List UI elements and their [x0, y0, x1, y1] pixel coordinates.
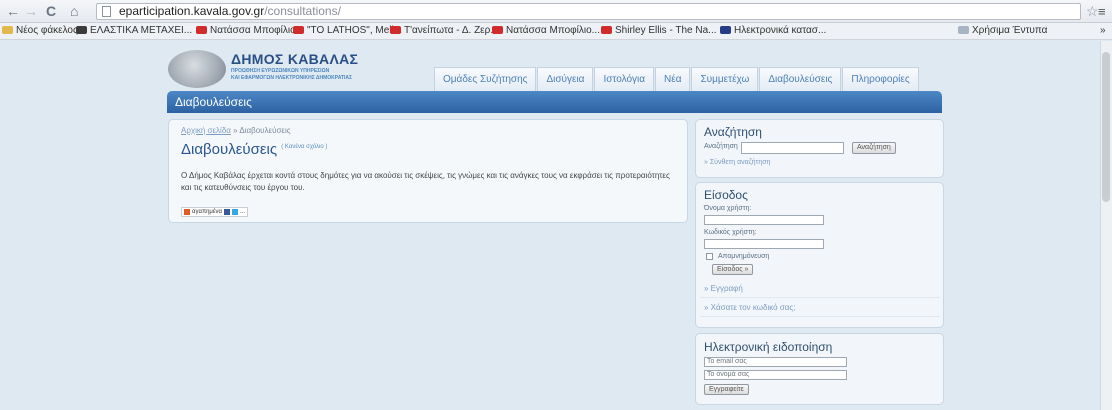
bookmark-label: Νατάσσα Μποφίλιο...: [506, 25, 600, 36]
page-title: Διαβουλεύσεις ( Κανένα σχόλιο ): [181, 141, 327, 158]
bookmark-item[interactable]: Shirley Ellis - The Na...: [601, 23, 717, 39]
share-button[interactable]: αγαπημένα ...: [181, 207, 249, 217]
bookmark-label: Shirley Ellis - The Na...: [615, 25, 717, 36]
newsletter-title: Ηλεκτρονική ειδοποίηση: [704, 340, 833, 354]
newsletter-name-field[interactable]: Το όνομά σας: [704, 370, 847, 380]
bookmark-label: Νέος φάκελος: [16, 25, 78, 36]
username-field[interactable]: [704, 215, 824, 225]
bookmarks-overflow[interactable]: »: [1100, 23, 1106, 39]
search-panel: Αναζήτηση Αναζήτηση Αναζήτηση » Σύνθετη …: [695, 119, 944, 178]
remember-checkbox[interactable]: [706, 253, 713, 260]
breadcrumb-home-link[interactable]: Αρχική σελίδα: [181, 126, 231, 135]
scrollbar-thumb[interactable]: [1102, 52, 1110, 202]
bookmark-item[interactable]: Νέος φάκελος: [2, 23, 78, 39]
remember-label: Απομνημόνευση: [718, 253, 770, 260]
breadcrumb: Αρχική σελίδα » Διαβουλεύσεις: [181, 126, 291, 135]
bookmark-item[interactable]: Ηλεκτρονικά κατασ...: [720, 23, 826, 39]
share-more: ...: [240, 209, 246, 215]
username-label: Όνομα χρήστη:: [704, 205, 752, 212]
address-bar[interactable]: eparticipation.kavala.gov.gr/consultatio…: [96, 3, 1081, 20]
divider: [700, 316, 940, 317]
logo-title[interactable]: ΔΗΜΟΣ ΚΑΒΑΛΑΣ: [231, 51, 358, 67]
url-path: /consultations/: [264, 4, 341, 18]
newsletter-panel: Ηλεκτρονική ειδοποίηση Το email σας Το ό…: [695, 333, 944, 405]
bookmark-label: Τ'ανείπωτα - Δ. Ζερ...: [404, 25, 499, 36]
login-button[interactable]: Είσοδος »: [712, 264, 754, 275]
search-title: Αναζήτηση: [704, 125, 762, 139]
bookmark-star-icon[interactable]: ☆: [1086, 3, 1099, 20]
youtube-icon: [601, 26, 612, 34]
bookmark-item[interactable]: Τ'ανείπωτα - Δ. Ζερ...: [390, 23, 499, 39]
password-label: Κωδικός χρήστη:: [704, 229, 757, 236]
forgot-password-link[interactable]: » Χάσατε τον κωδικό σας;: [704, 303, 795, 312]
bookmark-label: "TO LATHOS", Meli...: [307, 25, 403, 36]
login-title: Είσοδος: [704, 188, 748, 202]
tab-forums[interactable]: Δισύγεια: [537, 67, 594, 91]
twitter-icon: [232, 209, 239, 215]
tab-information[interactable]: Πληροφορίες: [842, 67, 919, 91]
breadcrumb-current: Διαβουλεύσεις: [239, 126, 291, 135]
password-field[interactable]: [704, 239, 824, 249]
bookmark-item[interactable]: Νατάσσα Μποφίλιο...: [492, 23, 600, 39]
advanced-search-link[interactable]: » Σύνθετη αναζήτηση: [704, 159, 770, 166]
bookmark-icon: [76, 26, 87, 34]
page-icon: [102, 6, 111, 17]
back-icon[interactable]: ←: [6, 3, 20, 19]
forward-icon[interactable]: →: [24, 3, 38, 19]
tab-participate[interactable]: Συμμετέχω: [691, 67, 759, 91]
bookmark-label: ΕΛΑΣΤΙΚΑ ΜΕΤΑΧΕΙ...: [90, 25, 193, 36]
menu-icon[interactable]: ≡: [1098, 4, 1106, 19]
facebook-icon: [224, 209, 231, 215]
main-nav: Ομάδες Συζήτησης Δισύγεια Ιστολόγια Νέα …: [434, 67, 920, 91]
youtube-icon: [196, 26, 207, 34]
reload-icon[interactable]: C: [46, 3, 56, 19]
consultations-panel: Αρχική σελίδα » Διαβουλεύσεις Διαβουλεύσ…: [168, 119, 688, 223]
youtube-icon: [390, 26, 401, 34]
share-label: αγαπημένα: [192, 209, 223, 215]
logo-subtitle: ΠΡΟΩΘΗΣΗ ΕΥΡΩΖΩΝΙΚΩΝ ΥΠΗΡΕΣΙΩΝ ΚΑΙ ΕΦΑΡΜ…: [231, 68, 381, 82]
page-title-text: Διαβουλεύσεις: [181, 141, 278, 158]
logo-subtitle-line: ΚΑΙ ΕΦΑΡΜΟΓΩΝ ΗΛΕΚΤΡΟΝΙΚΗΣ ΔΗΜΟΚΡΑΤΙΑΣ: [231, 75, 352, 81]
breadcrumb-separator: »: [233, 126, 238, 135]
bookmarks-bar: Νέος φάκελος ΕΛΑΣΤΙΚΑ ΜΕΤΑΧΕΙ... Νατάσσα…: [0, 23, 1112, 40]
tab-discussion-groups[interactable]: Ομάδες Συζήτησης: [434, 67, 537, 91]
tab-news[interactable]: Νέα: [655, 67, 691, 91]
newsletter-email-field[interactable]: Το email σας: [704, 357, 847, 367]
n-icon: [720, 26, 731, 34]
bookmark-item[interactable]: ΕΛΑΣΤΙΚΑ ΜΕΤΑΧΕΙ...: [76, 23, 192, 39]
youtube-icon: [492, 26, 503, 34]
comments-count-link[interactable]: ( Κανένα σχόλιο ): [281, 144, 327, 150]
divider: [700, 297, 940, 298]
login-panel: Είσοδος Όνομα χρήστη: Κωδικός χρήστη: Απ…: [695, 182, 944, 328]
folder-icon: [2, 26, 13, 34]
search-label: Αναζήτηση: [704, 143, 738, 150]
tab-consultations[interactable]: Διαβουλεύσεις: [759, 67, 842, 91]
bookmark-item[interactable]: "TO LATHOS", Meli...: [293, 23, 402, 39]
municipality-seal-icon: [168, 50, 226, 88]
bookmark-item[interactable]: Νατάσσα Μποφίλιο...: [196, 23, 304, 39]
youtube-icon: [293, 26, 304, 34]
home-icon[interactable]: ⌂: [70, 3, 78, 19]
url-host: eparticipation.kavala.gov.gr: [119, 4, 265, 18]
section-title-bar: Διαβουλεύσεις: [167, 91, 942, 113]
register-link[interactable]: » Εγγραφή: [704, 284, 743, 293]
bookmark-icon: [958, 26, 969, 34]
search-input[interactable]: [741, 142, 844, 154]
subscribe-button[interactable]: Εγγραφείτε: [704, 384, 749, 395]
tab-blogs[interactable]: Ιστολόγια: [594, 67, 655, 91]
browser-toolbar: ← → C ⌂ eparticipation.kavala.gov.gr/con…: [0, 0, 1112, 23]
bookmark-label: Χρήσιμα Έντυπα: [972, 25, 1048, 36]
bookmark-label: Ηλεκτρονικά κατασ...: [734, 25, 827, 36]
page-content: ΔΗΜΟΣ ΚΑΒΑΛΑΣ ΠΡΟΩΘΗΣΗ ΕΥΡΩΖΩΝΙΚΩΝ ΥΠΗΡΕ…: [0, 41, 1112, 410]
plus-icon: [184, 209, 190, 215]
bookmark-item[interactable]: Χρήσιμα Έντυπα: [958, 23, 1047, 39]
logo-subtitle-line: ΠΡΟΩΘΗΣΗ ΕΥΡΩΖΩΝΙΚΩΝ ΥΠΗΡΕΣΙΩΝ: [231, 68, 330, 74]
page-description: Ο Δήμος Καβάλας έρχεται κοντά στους δημό…: [181, 171, 670, 192]
search-button[interactable]: Αναζήτηση: [852, 142, 896, 154]
bookmark-label: Νατάσσα Μποφίλιο...: [210, 25, 304, 36]
